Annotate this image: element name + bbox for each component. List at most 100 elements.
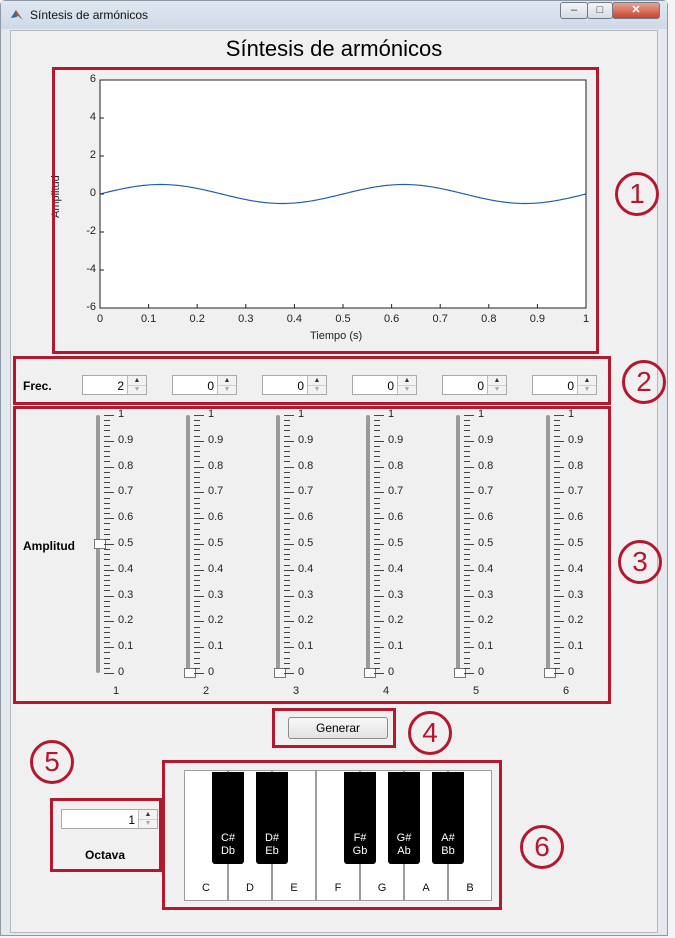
slider-tick (464, 652, 470, 654)
freq-spinner-3[interactable]: 0 ▲ ▼ (262, 375, 327, 395)
freq-value: 0 (207, 379, 214, 393)
slider-tick (554, 647, 564, 649)
slider-tick (194, 523, 200, 525)
y-tick-label: 6 (89, 73, 96, 85)
slider-tick (374, 456, 380, 458)
slider-scale-label: 0.4 (568, 562, 584, 575)
slider-tick (194, 569, 204, 571)
slider-tick (104, 621, 114, 623)
white-key-label: F (334, 882, 342, 894)
slider-scale-label: 0.3 (568, 588, 584, 601)
slider-scale-label: 0.1 (568, 640, 584, 653)
slider-scale-label: 0.1 (298, 640, 314, 653)
slider-tick (554, 559, 560, 561)
slider-tick (194, 626, 200, 628)
annotation-box-3 (13, 406, 611, 704)
freq-spinner-5[interactable]: 0 ▲ ▼ (442, 375, 507, 395)
slider-tick (464, 673, 474, 674)
y-tick-label: -2 (86, 225, 96, 237)
freq-stepper[interactable]: ▲ ▼ (487, 376, 506, 394)
slider-tick (104, 657, 110, 659)
slider-tick (104, 585, 110, 587)
slider-tick (464, 487, 470, 489)
slider-tick (104, 544, 114, 545)
slider-tick (464, 538, 470, 540)
slider-tick (194, 420, 200, 422)
slider-tick (464, 642, 470, 644)
freq-stepper[interactable]: ▲ ▼ (307, 376, 326, 394)
slider-tick (284, 590, 290, 592)
slider-tick (464, 605, 470, 607)
slider-tick (464, 574, 470, 576)
black-key-3[interactable]: F# Gb (344, 772, 376, 864)
octave-stepper[interactable]: ▲ ▼ (138, 810, 157, 828)
slider-tick (554, 440, 564, 442)
freq-stepper[interactable]: ▲ ▼ (397, 376, 416, 394)
freq-spinner-6[interactable]: 0 ▲ ▼ (532, 375, 597, 395)
black-key-4[interactable]: G# Ab (388, 772, 420, 864)
slider-tick (104, 652, 110, 654)
slider-tick (284, 420, 290, 422)
freq-spinner-1[interactable]: 2 ▲ ▼ (82, 375, 147, 395)
slider-tick (284, 430, 290, 432)
freq-stepper[interactable]: ▲ ▼ (127, 376, 146, 394)
slider-scale-label: 0.7 (298, 485, 314, 498)
slider-scale-label: 0.7 (118, 485, 134, 498)
slider-tick (374, 590, 380, 592)
slider-tick (554, 605, 560, 607)
slider-scale-label: 0.8 (388, 459, 404, 472)
amplitude-slider-3[interactable] (276, 415, 280, 673)
slider-tick (104, 497, 110, 499)
slider-tick (284, 626, 290, 628)
slider-tick (464, 420, 470, 422)
black-key-1[interactable]: C# Db (212, 772, 244, 864)
octave-spinner[interactable]: 1 ▲ ▼ (61, 809, 158, 829)
slider-scale-label: 0 (478, 666, 485, 678)
slider-tick (464, 518, 474, 520)
slider-tick (194, 451, 200, 453)
slider-tick (374, 667, 380, 669)
slider-tick (554, 574, 560, 576)
freq-stepper[interactable]: ▲ ▼ (577, 376, 596, 394)
slider-tick (284, 600, 290, 602)
slider-tick (464, 621, 474, 623)
slider-tick (194, 652, 200, 654)
slider-tick (104, 528, 110, 530)
slider-tick (194, 456, 200, 458)
slider-tick (194, 667, 200, 669)
slider-scale-label: 0.8 (118, 459, 134, 472)
slider-tick (284, 492, 294, 494)
amplitude-slider-6[interactable] (546, 415, 550, 673)
x-tick-label: 0.4 (286, 313, 303, 325)
slider-tick (194, 631, 200, 633)
black-key-5[interactable]: A# Bb (432, 772, 464, 864)
freq-spinner-2[interactable]: 0 ▲ ▼ (172, 375, 237, 395)
freq-stepper[interactable]: ▲ ▼ (217, 376, 236, 394)
slider-tick (374, 647, 384, 649)
freq-label: Frec. (23, 379, 52, 393)
slider-tick (104, 554, 110, 556)
slider-tick (554, 544, 564, 545)
generate-button[interactable]: Generar (288, 717, 388, 739)
slider-tick (194, 528, 200, 530)
white-key-label: B (466, 882, 474, 894)
slider-tick (374, 595, 384, 597)
slider-tick (554, 430, 560, 432)
black-key-2[interactable]: D# Eb (256, 772, 288, 864)
slider-tick (374, 574, 380, 576)
slider-tick (464, 497, 470, 499)
amplitude-slider-2[interactable] (186, 415, 190, 673)
slider-tick (374, 461, 380, 463)
slider-tick (104, 487, 110, 489)
slider-tick (554, 611, 560, 613)
amplitude-slider-5[interactable] (456, 415, 460, 673)
freq-spinner-4[interactable]: 0 ▲ ▼ (352, 375, 417, 395)
amplitude-slider-4[interactable] (366, 415, 370, 673)
slider-tick (284, 461, 290, 463)
slider-scale-label: 0.2 (478, 614, 494, 627)
sharp-name: G# (396, 832, 412, 844)
slider-tick (554, 445, 560, 447)
slider-tick (194, 492, 204, 494)
slider-tick (464, 502, 470, 504)
slider-tick (194, 476, 200, 478)
